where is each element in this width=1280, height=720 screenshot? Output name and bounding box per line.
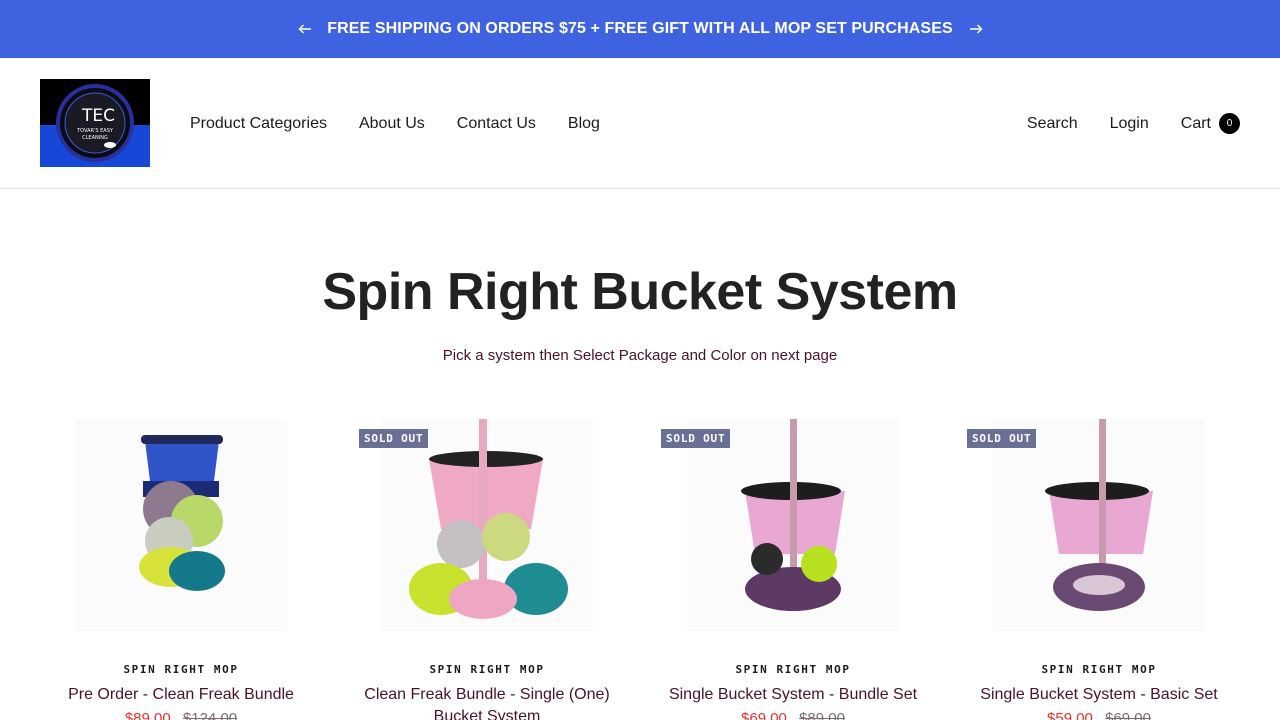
login-link[interactable]: Login (1110, 115, 1149, 133)
svg-text:CLEANING: CLEANING (82, 135, 108, 141)
site-logo[interactable]: TEC TOVAR'S EASY CLEANING (40, 79, 150, 167)
announcement-bar: FREE SHIPPING ON ORDERS $75 + FREE GIFT … (0, 0, 1280, 58)
mop-basic-image (1045, 419, 1153, 611)
sold-out-badge: SOLD OUT (661, 429, 731, 448)
nav-product-categories[interactable]: Product Categories (190, 115, 327, 133)
sold-out-badge: SOLD OUT (967, 429, 1037, 448)
announcement-text[interactable]: FREE SHIPPING ON ORDERS $75 + FREE GIFT … (327, 20, 953, 38)
product-vendor: SPIN RIGHT MOP (429, 663, 545, 676)
product-prices: $89.00 $124.00 (28, 710, 334, 720)
product-image[interactable]: SOLD OUT (359, 419, 593, 631)
logo-graphic: TEC TOVAR'S EASY CLEANING (40, 79, 150, 167)
nav-blog[interactable]: Blog (568, 115, 600, 133)
product-card[interactable]: SOLD OUT SPIN RIGHT MOP Single Bucket Sy… (946, 419, 1252, 720)
product-vendor: SPIN RIGHT MOP (1041, 663, 1157, 676)
logo-text: TEC (81, 106, 115, 126)
cart-count-badge: 0 (1219, 113, 1240, 134)
product-vendor: SPIN RIGHT MOP (735, 663, 851, 676)
product-sale-price: $59.00 (1047, 710, 1093, 720)
product-card[interactable]: SOLD OUT SPIN RIGHT MOP Single Bucket Sy… (640, 419, 946, 720)
product-sale-price: $69.00 (741, 710, 787, 720)
announcement-prev-button[interactable] (295, 19, 315, 39)
product-sale-price: $89.00 (124, 710, 171, 720)
mop-bundle-image (409, 419, 568, 619)
product-prices: $59.00 $69.00 (946, 710, 1252, 720)
nav-about-us[interactable]: About Us (359, 115, 425, 133)
svg-text:TOVAR'S EASY: TOVAR'S EASY (76, 128, 114, 134)
product-prices: $69.00 $89.00 (640, 710, 946, 720)
product-name[interactable]: Single Bucket System - Basic Set (946, 684, 1252, 706)
product-card[interactable]: SPIN RIGHT MOP Pre Order - Clean Freak B… (28, 419, 334, 720)
product-original-price: $124.00 (182, 710, 238, 720)
collection-title: Spin Right Bucket System (322, 263, 958, 321)
product-original-price: $89.00 (799, 710, 845, 720)
product-name[interactable]: Single Bucket System - Bundle Set (640, 684, 946, 706)
sold-out-badge: SOLD OUT (359, 429, 429, 448)
product-card[interactable]: SOLD OUT SPIN RIGHT MOP Clean Freak Bund… (334, 419, 640, 720)
product-image[interactable]: SOLD OUT (967, 419, 1205, 631)
site-header: TEC TOVAR'S EASY CLEANING Product Catego… (0, 58, 1280, 189)
main-navigation: Product Categories About Us Contact Us B… (190, 58, 600, 189)
mop-bundle-image (741, 419, 845, 611)
cart-label: Cart (1180, 114, 1211, 132)
cart-link[interactable]: Cart 0 (1181, 113, 1240, 134)
arrow-right-icon (970, 24, 983, 34)
nav-contact-us[interactable]: Contact Us (457, 115, 536, 133)
announcement-next-button[interactable] (966, 19, 986, 39)
mop-bundle-image (139, 435, 225, 591)
product-image[interactable] (75, 419, 287, 631)
arrow-left-icon (298, 24, 311, 34)
product-vendor: SPIN RIGHT MOP (123, 663, 239, 676)
product-name[interactable]: Clean Freak Bundle - Single (One) Bucket… (334, 684, 640, 720)
product-original-price: $69.00 (1105, 710, 1151, 720)
search-link[interactable]: Search (1027, 115, 1078, 133)
product-name[interactable]: Pre Order - Clean Freak Bundle (28, 684, 334, 706)
product-image[interactable]: SOLD OUT (661, 419, 899, 631)
header-actions: Search Login Cart 0 (1027, 58, 1240, 189)
collection-subtitle: Pick a system then Select Package and Co… (442, 347, 838, 364)
